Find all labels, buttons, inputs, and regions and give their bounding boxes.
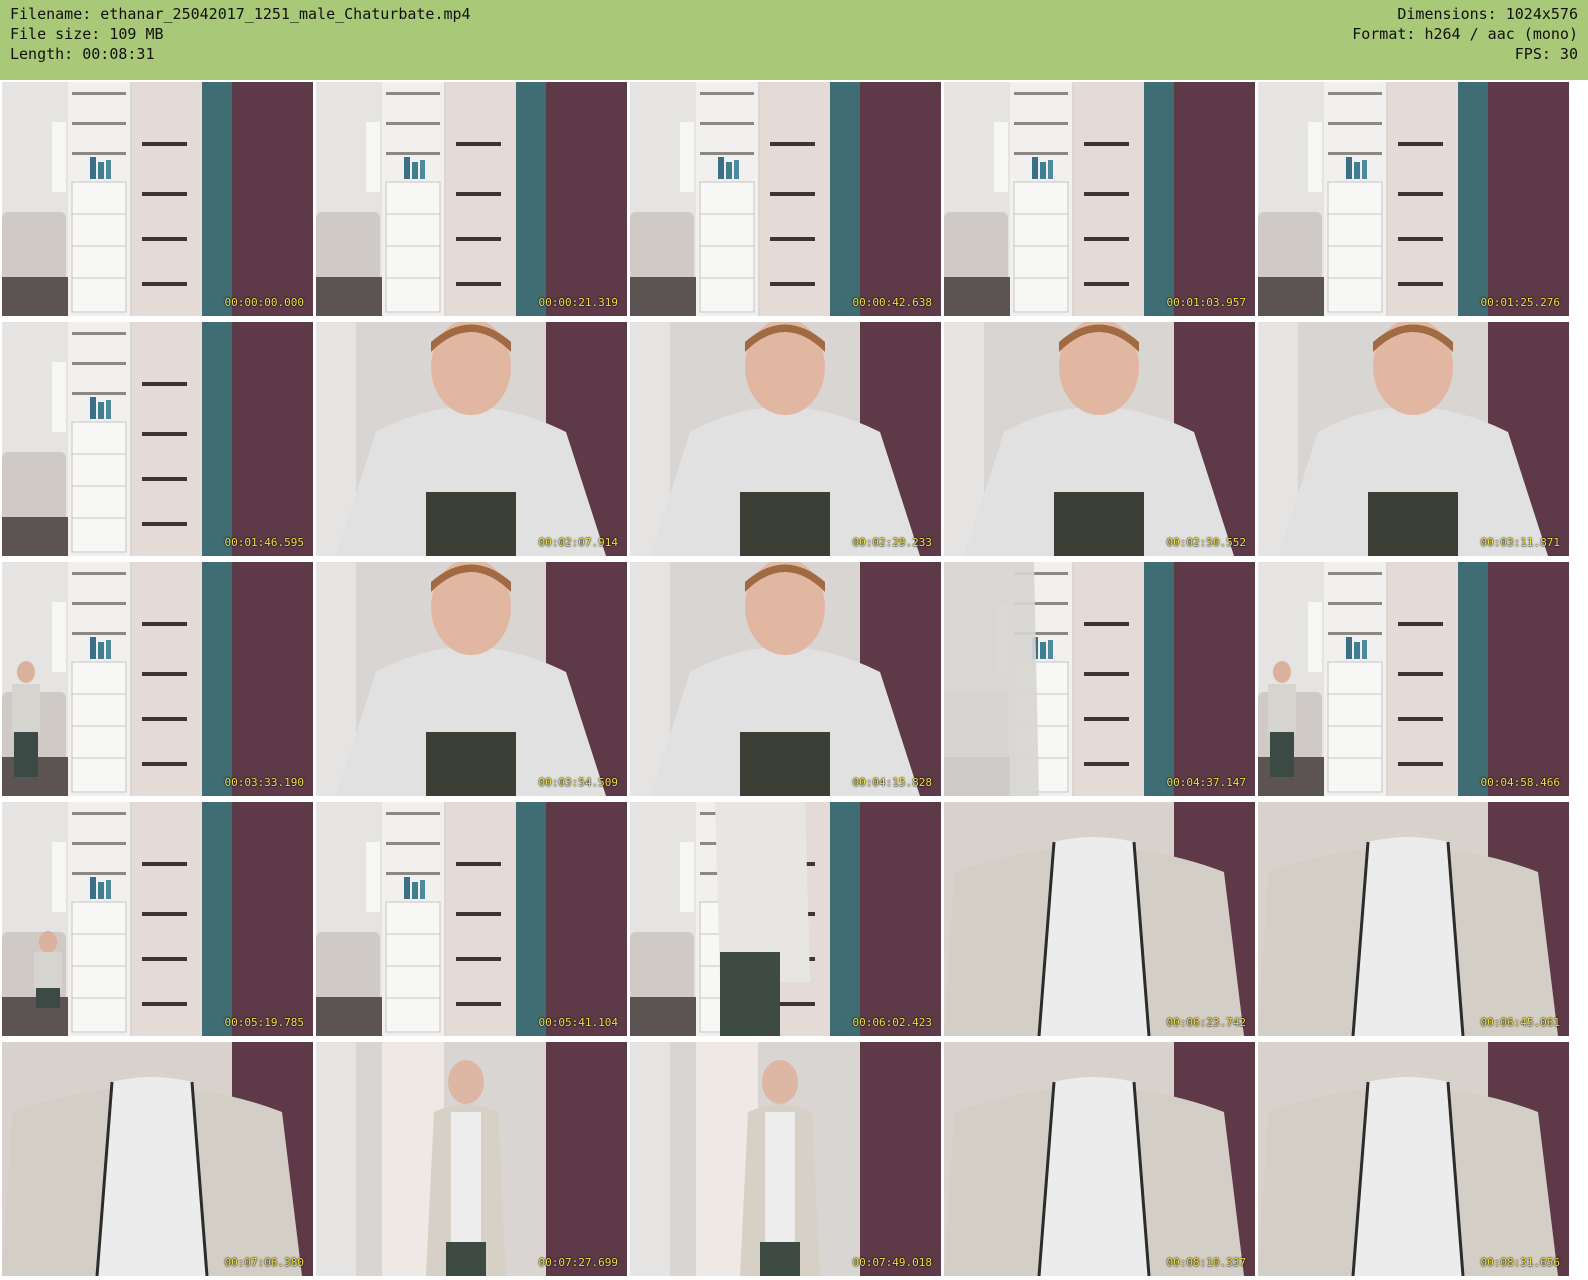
thumbnail-frame-image (1258, 562, 1569, 796)
thumbnail[interactable]: 00:00:00.000 (2, 82, 313, 316)
thumbnail[interactable]: 00:07:49.018 (630, 1042, 941, 1276)
thumbnail[interactable]: 00:08:31.656 (1258, 1042, 1569, 1276)
timestamp: 00:03:54.509 (538, 776, 618, 789)
thumbnail-frame-image (316, 802, 627, 1036)
thumbnail-frame-image (944, 82, 1255, 316)
thumbnail-frame-image (2, 82, 313, 316)
thumbnail-frame-image (630, 562, 941, 796)
timestamp: 00:00:21.319 (538, 296, 618, 309)
thumbnail-frame-image (1258, 1042, 1569, 1276)
thumbnail-frame-image (630, 802, 941, 1036)
thumbnail-grid: 00:00:00.000 00:00:21.319 00:00:42.638 0… (2, 82, 1569, 1276)
thumbnail-frame-image (2, 802, 313, 1036)
timestamp: 00:07:27.699 (538, 1256, 618, 1269)
info-right: Dimensions: 1024x576 Format: h264 / aac … (1352, 4, 1578, 64)
thumbnail-frame-image (944, 322, 1255, 556)
thumbnail-frame-image (944, 1042, 1255, 1276)
thumbnail-frame-image (2, 1042, 313, 1276)
thumbnail[interactable]: 00:03:11.871 (1258, 322, 1569, 556)
thumbnail[interactable]: 00:01:25.276 (1258, 82, 1569, 316)
filename-text: Filename: ethanar_25042017_1251_male_Cha… (10, 5, 471, 23)
timestamp: 00:04:37.147 (1166, 776, 1246, 789)
timestamp: 00:08:10.337 (1166, 1256, 1246, 1269)
thumbnail[interactable]: 00:02:29.233 (630, 322, 941, 556)
timestamp: 00:02:07.914 (538, 536, 618, 549)
info-header: Filename: ethanar_25042017_1251_male_Cha… (0, 0, 1588, 80)
thumbnail-frame-image (316, 82, 627, 316)
thumbnail[interactable]: 00:07:06.380 (2, 1042, 313, 1276)
thumbnail-frame-image (630, 1042, 941, 1276)
fps-text: FPS: 30 (1514, 45, 1578, 63)
timestamp: 00:04:15.828 (852, 776, 932, 789)
thumbnail-frame-image (2, 562, 313, 796)
thumbnail-frame-image (1258, 322, 1569, 556)
thumbnail[interactable]: 00:00:21.319 (316, 82, 627, 316)
thumbnail[interactable]: 00:01:03.957 (944, 82, 1255, 316)
timestamp: 00:02:29.233 (852, 536, 932, 549)
timestamp: 00:06:02.423 (852, 1016, 932, 1029)
thumbnail[interactable]: 00:06:23.742 (944, 802, 1255, 1036)
thumbnail[interactable]: 00:06:02.423 (630, 802, 941, 1036)
thumbnail-frame-image (944, 562, 1255, 796)
thumbnail[interactable]: 00:00:42.638 (630, 82, 941, 316)
timestamp: 00:04:58.466 (1480, 776, 1560, 789)
timestamp: 00:01:25.276 (1480, 296, 1560, 309)
thumbnail-frame-image (630, 82, 941, 316)
filesize-text: File size: 109 MB (10, 25, 164, 43)
thumbnail-frame-image (1258, 82, 1569, 316)
timestamp: 00:07:06.380 (224, 1256, 304, 1269)
info-left: Filename: ethanar_25042017_1251_male_Cha… (10, 4, 471, 64)
timestamp: 00:01:03.957 (1166, 296, 1246, 309)
timestamp: 00:06:45.061 (1480, 1016, 1560, 1029)
thumbnail-frame-image (316, 1042, 627, 1276)
timestamp: 00:03:33.190 (224, 776, 304, 789)
thumbnail[interactable]: 00:05:41.104 (316, 802, 627, 1036)
timestamp: 00:06:23.742 (1166, 1016, 1246, 1029)
dimensions-text: Dimensions: 1024x576 (1397, 5, 1578, 23)
thumbnail[interactable]: 00:04:37.147 (944, 562, 1255, 796)
thumbnail[interactable]: 00:06:45.061 (1258, 802, 1569, 1036)
thumbnail-frame-image (1258, 802, 1569, 1036)
thumbnail[interactable]: 00:02:50.552 (944, 322, 1255, 556)
timestamp: 00:03:11.871 (1480, 536, 1560, 549)
timestamp: 00:00:42.638 (852, 296, 932, 309)
format-text: Format: h264 / aac (mono) (1352, 25, 1578, 43)
thumbnail[interactable]: 00:05:19.785 (2, 802, 313, 1036)
timestamp: 00:05:41.104 (538, 1016, 618, 1029)
thumbnail-frame-image (630, 322, 941, 556)
timestamp: 00:05:19.785 (224, 1016, 304, 1029)
thumbnail[interactable]: 00:01:46.595 (2, 322, 313, 556)
thumbnail[interactable]: 00:02:07.914 (316, 322, 627, 556)
timestamp: 00:07:49.018 (852, 1256, 932, 1269)
thumbnail-frame-image (2, 322, 313, 556)
thumbnail[interactable]: 00:08:10.337 (944, 1042, 1255, 1276)
thumbnail-frame-image (316, 562, 627, 796)
thumbnail[interactable]: 00:03:54.509 (316, 562, 627, 796)
timestamp: 00:01:46.595 (224, 536, 304, 549)
timestamp: 00:02:50.552 (1166, 536, 1246, 549)
thumbnail-frame-image (316, 322, 627, 556)
length-text: Length: 00:08:31 (10, 45, 155, 63)
thumbnail[interactable]: 00:07:27.699 (316, 1042, 627, 1276)
timestamp: 00:08:31.656 (1480, 1256, 1560, 1269)
thumbnail[interactable]: 00:04:58.466 (1258, 562, 1569, 796)
thumbnail[interactable]: 00:04:15.828 (630, 562, 941, 796)
thumbnail[interactable]: 00:03:33.190 (2, 562, 313, 796)
timestamp: 00:00:00.000 (224, 296, 304, 309)
thumbnail-frame-image (944, 802, 1255, 1036)
